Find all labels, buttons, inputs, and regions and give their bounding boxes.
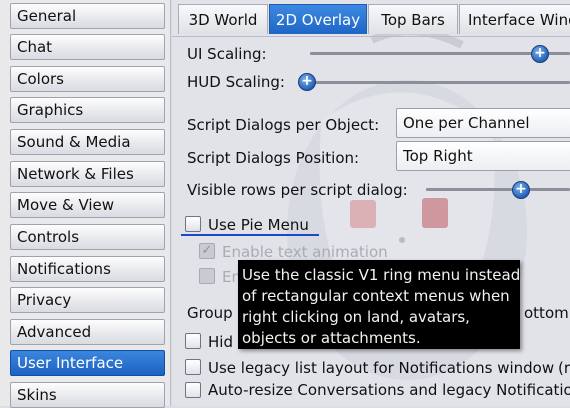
- hud-scaling-slider[interactable]: [310, 81, 570, 84]
- category-chat[interactable]: Chat: [10, 34, 165, 60]
- tooltip-line: Use the classic V1 ring menu instead: [242, 266, 521, 284]
- tooltip-line: objects or attachments.: [242, 329, 421, 347]
- use-pie-menu-checkbox[interactable]: [185, 216, 201, 232]
- category-skins[interactable]: Skins: [10, 382, 165, 408]
- group-right-label: ottom: [524, 304, 569, 322]
- dialogs-per-object-dropdown[interactable]: One per Channel: [396, 108, 570, 138]
- dialogs-per-object-label: Script Dialogs per Object:: [187, 116, 380, 134]
- enable-text-animation-checkbox[interactable]: ✓: [199, 243, 215, 259]
- use-pie-menu-label[interactable]: Use Pie Menu: [208, 216, 309, 234]
- hud-scaling-label: HUD Scaling:: [187, 73, 285, 91]
- visible-rows-slider[interactable]: [426, 188, 570, 191]
- category-controls[interactable]: Controls: [10, 224, 165, 250]
- tab-2d-overlay[interactable]: 2D Overlay: [269, 4, 367, 34]
- pie-menu-tooltip: Use the classic V1 ring menu instead of …: [238, 260, 520, 349]
- category-move-view[interactable]: Move & View: [10, 192, 165, 218]
- category-advanced[interactable]: Advanced: [10, 319, 165, 345]
- dialogs-position-dropdown[interactable]: Top Right: [396, 141, 570, 171]
- tooltip-line: of rectangular context menus when: [242, 287, 510, 305]
- legacy-list-layout-checkbox[interactable]: [185, 359, 201, 375]
- legacy-list-layout-label[interactable]: Use legacy list layout for Notifications…: [208, 359, 554, 377]
- focus-indicator: [181, 234, 319, 236]
- visible-rows-slider-thumb[interactable]: +: [512, 181, 530, 199]
- tab-top-bars[interactable]: Top Bars: [368, 4, 458, 34]
- category-general[interactable]: General: [10, 3, 165, 29]
- disabled-option-checkbox[interactable]: [199, 268, 215, 284]
- enable-text-animation-label: Enable text animation: [222, 243, 388, 261]
- category-notifications[interactable]: Notifications: [10, 256, 165, 282]
- auto-resize-conversations-label[interactable]: Auto-resize Conversations and legacy Not…: [208, 381, 570, 399]
- category-graphics[interactable]: Graphics: [10, 97, 165, 123]
- group-label: Group: [187, 304, 233, 322]
- ui-scaling-slider-thumb[interactable]: +: [531, 45, 549, 63]
- tab-interface-windows[interactable]: Interface Windo: [459, 4, 570, 34]
- auto-resize-conversations-checkbox[interactable]: [185, 382, 201, 398]
- visible-rows-label: Visible rows per script dialog:: [187, 181, 408, 199]
- tab-3d-world[interactable]: 3D World: [178, 4, 268, 34]
- hide-option-checkbox[interactable]: [185, 333, 201, 349]
- ui-scaling-label: UI Scaling:: [187, 45, 267, 63]
- category-user-interface[interactable]: User Interface: [10, 350, 165, 376]
- dialogs-position-label: Script Dialogs Position:: [187, 149, 360, 167]
- hud-scaling-slider-thumb[interactable]: +: [298, 73, 316, 91]
- legacy-list-layout-note: (r: [558, 359, 570, 377]
- category-network-files[interactable]: Network & Files: [10, 161, 165, 187]
- hide-option-label[interactable]: Hid: [208, 333, 233, 351]
- tab-bar: 3D World 2D Overlay Top Bars Interface W…: [172, 0, 570, 37]
- category-sound-media[interactable]: Sound & Media: [10, 129, 165, 155]
- category-privacy[interactable]: Privacy: [10, 287, 165, 313]
- tooltip-line: right clicking on land, avatars,: [242, 308, 470, 326]
- preferences-category-list: General Chat Colors Graphics Sound & Med…: [0, 0, 171, 408]
- category-colors[interactable]: Colors: [10, 66, 165, 92]
